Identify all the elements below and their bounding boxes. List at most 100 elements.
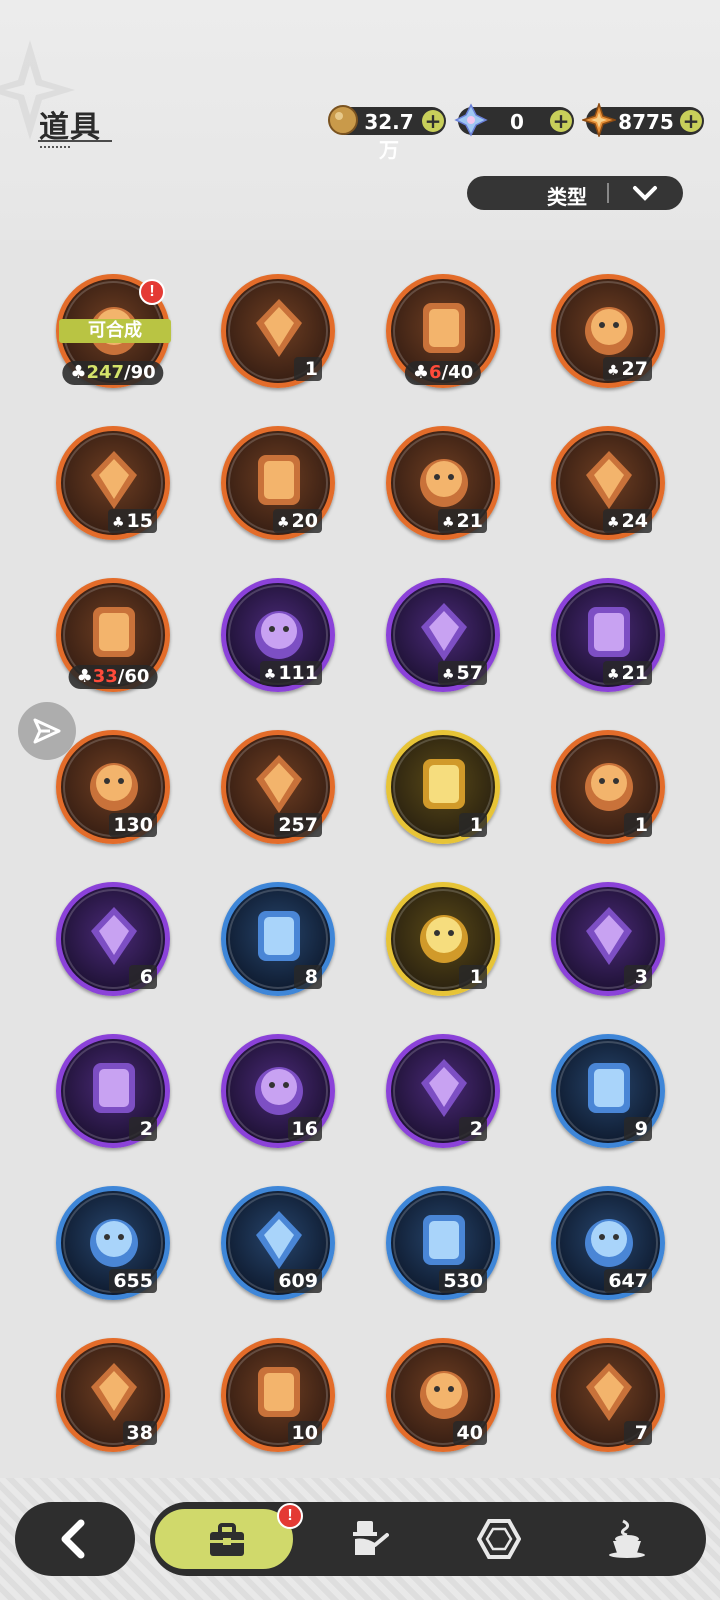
item-count-value: 1 [304, 358, 318, 380]
inventory-slot: 8 [205, 870, 370, 1022]
item-birthday-cake[interactable]: 1 [386, 882, 500, 996]
currency-gold: 32.7万 + [328, 105, 446, 162]
fragment-progress: ♣6/40 [404, 361, 482, 385]
item-purple-character-card[interactable]: 6 [56, 882, 170, 996]
item-count: 9 [624, 1117, 652, 1141]
chevron-down-icon [633, 186, 657, 201]
fragment-required: /90 [124, 362, 156, 383]
item-gold-character-card[interactable]: 1 [386, 730, 500, 844]
item-count-value: 40 [456, 1422, 483, 1444]
item-gold-pouch[interactable]: 3 [551, 882, 665, 996]
item-count: ♣ 15 [107, 509, 157, 533]
inventory-slot: 3 [535, 870, 700, 1022]
item-count-value: 8 [304, 966, 318, 988]
inventory-slot: 2 [370, 1022, 535, 1174]
item-count-value: 21 [621, 662, 648, 684]
gold-amount: 32.7万 [364, 110, 414, 162]
item-count: 7 [624, 1421, 652, 1445]
inventory-slot: 16 [205, 1022, 370, 1174]
item-knight-plush[interactable]: ♣ 15 [56, 426, 170, 540]
inventory-slot: 647 [535, 1174, 700, 1326]
fragment-required: /40 [441, 362, 474, 383]
back-button[interactable] [15, 1502, 135, 1576]
item-pickaxe[interactable]: 530 [386, 1186, 500, 1300]
tab-costume[interactable] [310, 1502, 420, 1576]
share-floating-button[interactable] [18, 702, 76, 760]
item-wheel-ticket[interactable]: 40 [386, 1338, 500, 1452]
item-pink-apple[interactable]: 2 [386, 1034, 500, 1148]
item-count-value: 609 [278, 1270, 318, 1292]
shovel-icon [90, 1219, 138, 1267]
item-rainbow-ticket[interactable]: 7 [551, 1338, 665, 1452]
item-hammer[interactable]: 647 [551, 1186, 665, 1300]
item-glove[interactable]: 609 [221, 1186, 335, 1300]
inventory-slot: ♣ 24 [535, 414, 700, 566]
inventory-slot: 38 [40, 1326, 205, 1478]
item-count: 40 [452, 1421, 487, 1445]
item-count: ♣ 21 [602, 661, 652, 685]
fragment-icon: ♣ [76, 666, 93, 687]
type-filter-dropdown[interactable]: 类型 [467, 176, 683, 210]
item-ruby-apple[interactable]: 38 [56, 1338, 170, 1452]
item-magic-mirror[interactable]: 2 [56, 1034, 170, 1148]
item-count-value: 130 [113, 814, 153, 836]
item-mystery-plush[interactable]: ♣6/40 [386, 274, 500, 388]
sprout-plush-icon [420, 459, 468, 507]
inventory-slot: ♣6/40 [370, 262, 535, 414]
item-count-value: 1 [634, 814, 648, 836]
item-bear-plush-mergeable[interactable]: 可合成! ♣247/90 [56, 274, 171, 388]
fragment-icon: ♣ [441, 515, 455, 531]
fragment-icon: ♣ [441, 667, 455, 683]
tab-coffee[interactable] [570, 1502, 680, 1576]
inventory-slot: 40 [370, 1326, 535, 1478]
item-count: 38 [122, 1421, 157, 1445]
item-orange-character-card[interactable]: 1 [551, 730, 665, 844]
inventory-slot: ♣ 15 [40, 414, 205, 566]
item-scroll[interactable]: 16 [221, 1034, 335, 1148]
item-count-value: 9 [634, 1118, 648, 1140]
costume-icon [353, 1521, 389, 1555]
inventory-slot: ♣ 57 [370, 566, 535, 718]
item-blue-character-card[interactable]: 8 [221, 882, 335, 996]
add-crystal-button[interactable]: + [550, 110, 572, 132]
inventory-slot: ♣ 111 [205, 566, 370, 718]
fragment-icon: ♣ [606, 667, 620, 683]
title-dots [40, 146, 70, 148]
item-count-value: 38 [126, 1422, 153, 1444]
item-yellow-chick-plush[interactable]: ♣ 21 [551, 578, 665, 692]
item-eyepatch-bear-plush[interactable]: ♣ 24 [551, 426, 665, 540]
item-count-value: 10 [291, 1422, 318, 1444]
item-clover-plush[interactable]: ♣ 111 [221, 578, 335, 692]
inventory-slot: 609 [205, 1174, 370, 1326]
item-sprout-plush[interactable]: ♣ 21 [386, 426, 500, 540]
item-red-eye-bear-plush[interactable]: ♣ 57 [386, 578, 500, 692]
item-purple-crystal-emblem[interactable]: 1 [221, 274, 335, 388]
inventory-slot: ♣ 20 [205, 414, 370, 566]
tab-gem[interactable] [442, 1502, 552, 1576]
item-panda-plush[interactable]: ♣ 20 [221, 426, 335, 540]
bag-icon [210, 1523, 244, 1556]
item-bunny-plush[interactable]: ♣33/60 [56, 578, 170, 692]
item-shirt-token[interactable]: 10 [221, 1338, 335, 1452]
glove-icon [256, 1211, 302, 1269]
item-count-value: 3 [634, 966, 648, 988]
pink-star-crystal-icon [90, 763, 138, 811]
add-gold-button[interactable]: + [422, 110, 444, 132]
item-count-value: 1 [469, 814, 483, 836]
magic-mirror-icon [93, 1063, 135, 1113]
item-teddy-bear-plush[interactable]: ♣ 27 [551, 274, 665, 388]
item-envelope-letter[interactable]: 9 [551, 1034, 665, 1148]
item-pink-star-crystal[interactable]: 130 [56, 730, 170, 844]
item-count-value: 530 [443, 1270, 483, 1292]
item-blue-star-crystal[interactable]: 257 [221, 730, 335, 844]
tab-bag[interactable]: ! [152, 1503, 303, 1572]
item-shovel[interactable]: 655 [56, 1186, 170, 1300]
inventory-slot: 9 [535, 1022, 700, 1174]
item-count-value: 57 [456, 662, 483, 684]
add-star-shard-button[interactable]: + [680, 110, 702, 132]
teddy-bear-plush-icon [585, 307, 633, 355]
fragment-icon: ♣ [606, 515, 620, 531]
item-count: ♣ 24 [602, 509, 652, 533]
fragment-icon: ♣ [606, 363, 620, 379]
item-count: 655 [109, 1269, 157, 1293]
